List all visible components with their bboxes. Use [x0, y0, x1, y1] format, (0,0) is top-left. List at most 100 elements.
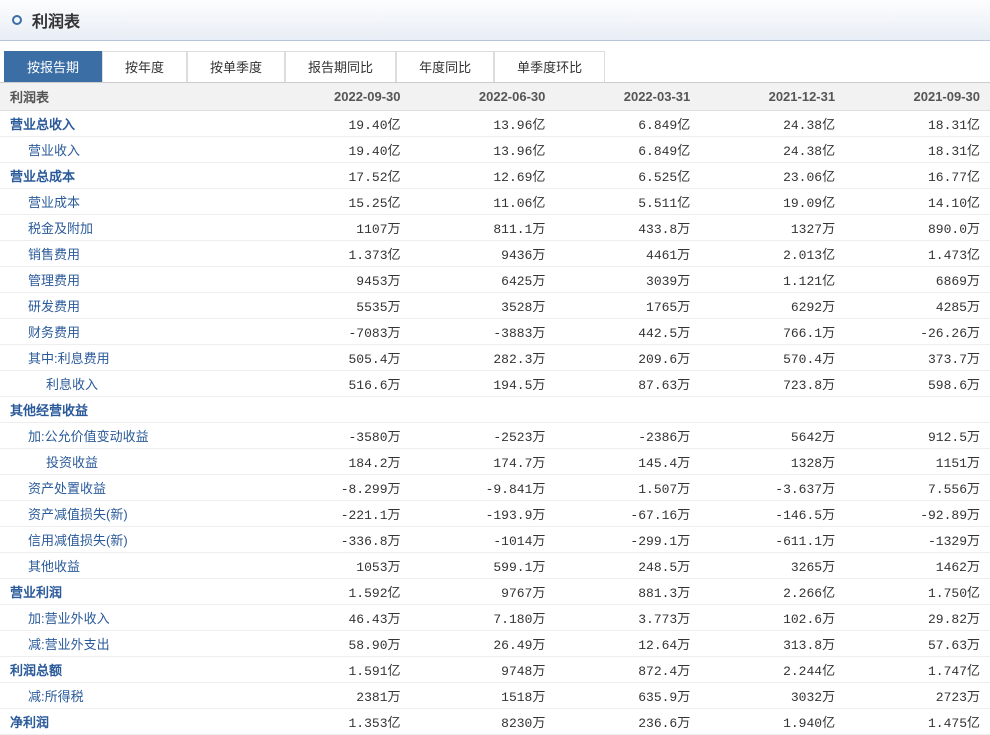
cell-value: 1.473亿 [845, 241, 990, 267]
cell-value: 18.31亿 [845, 137, 990, 163]
cell-value: 505.4万 [266, 345, 411, 371]
cell-value: 313.8万 [700, 631, 845, 657]
table-body: 营业总收入19.40亿13.96亿6.849亿24.38亿18.31亿营业收入1… [0, 111, 990, 735]
tab-2[interactable]: 按单季度 [187, 51, 285, 82]
tab-4[interactable]: 年度同比 [396, 51, 494, 82]
row-label: 营业总成本 [0, 163, 266, 189]
cell-value: 102.6万 [700, 605, 845, 631]
cell-value: 766.1万 [700, 319, 845, 345]
cell-value: 9748万 [411, 657, 556, 683]
cell-value: 1.591亿 [266, 657, 411, 683]
table-row: 加:公允价值变动收益-3580万-2523万-2386万5642万912.5万 [0, 423, 990, 449]
table-header-row: 利润表2022-09-302022-06-302022-03-312021-12… [0, 83, 990, 111]
cell-value: -146.5万 [700, 501, 845, 527]
cell-value: 1107万 [266, 215, 411, 241]
cell-value: 3032万 [700, 683, 845, 709]
cell-value: 599.1万 [411, 553, 556, 579]
row-label: 销售费用 [0, 241, 266, 267]
cell-value: 1518万 [411, 683, 556, 709]
tab-bar: 按报告期按年度按单季度报告期同比年度同比单季度环比 [0, 51, 990, 83]
cell-value: 12.69亿 [411, 163, 556, 189]
col-period: 2021-09-30 [845, 83, 990, 111]
cell-value: 9453万 [266, 267, 411, 293]
cell-value: 145.4万 [555, 449, 700, 475]
row-label: 投资收益 [0, 449, 266, 475]
cell-value: 5642万 [700, 423, 845, 449]
cell-value: 13.96亿 [411, 111, 556, 137]
table-row: 销售费用1.373亿9436万4461万2.013亿1.473亿 [0, 241, 990, 267]
cell-value: -193.9万 [411, 501, 556, 527]
cell-value: -299.1万 [555, 527, 700, 553]
col-period: 2022-03-31 [555, 83, 700, 111]
table-row: 资产处置收益-8.299万-9.841万1.507万-3.637万7.556万 [0, 475, 990, 501]
cell-value: 373.7万 [845, 345, 990, 371]
cell-value: 19.40亿 [266, 111, 411, 137]
row-label: 税金及附加 [0, 215, 266, 241]
cell-value: 4461万 [555, 241, 700, 267]
cell-value: 8230万 [411, 709, 556, 735]
col-label: 利润表 [0, 83, 266, 111]
cell-value: 1151万 [845, 449, 990, 475]
cell-value: 1.750亿 [845, 579, 990, 605]
row-label: 营业总收入 [0, 111, 266, 137]
cell-value: 24.38亿 [700, 137, 845, 163]
cell-value: 282.3万 [411, 345, 556, 371]
cell-value: -2523万 [411, 423, 556, 449]
cell-value: 433.8万 [555, 215, 700, 241]
cell-value: 6.849亿 [555, 111, 700, 137]
cell-value: 9436万 [411, 241, 556, 267]
cell-value: 2723万 [845, 683, 990, 709]
cell-value: -26.26万 [845, 319, 990, 345]
cell-value: 635.9万 [555, 683, 700, 709]
cell-value: 17.52亿 [266, 163, 411, 189]
table-row: 净利润1.353亿8230万236.6万1.940亿1.475亿 [0, 709, 990, 735]
cell-value: 9767万 [411, 579, 556, 605]
cell-value: 598.6万 [845, 371, 990, 397]
cell-value: -336.8万 [266, 527, 411, 553]
cell-value: 881.3万 [555, 579, 700, 605]
table-row: 管理费用9453万6425万3039万1.121亿6869万 [0, 267, 990, 293]
table-row: 营业总收入19.40亿13.96亿6.849亿24.38亿18.31亿 [0, 111, 990, 137]
tab-5[interactable]: 单季度环比 [494, 51, 605, 82]
cell-value: 3265万 [700, 553, 845, 579]
row-label: 信用减值损失(新) [0, 527, 266, 553]
cell-value: 1.373亿 [266, 241, 411, 267]
table-row: 投资收益184.2万174.7万145.4万1328万1151万 [0, 449, 990, 475]
cell-value: 4285万 [845, 293, 990, 319]
cell-value: 26.49万 [411, 631, 556, 657]
cell-value: 912.5万 [845, 423, 990, 449]
cell-value: 1.940亿 [700, 709, 845, 735]
cell-value: 1.353亿 [266, 709, 411, 735]
cell-value: 12.64万 [555, 631, 700, 657]
cell-value [411, 397, 556, 423]
cell-value: 1765万 [555, 293, 700, 319]
tab-1[interactable]: 按年度 [102, 51, 187, 82]
cell-value: 6.525亿 [555, 163, 700, 189]
cell-value: -8.299万 [266, 475, 411, 501]
table-row: 利息收入516.6万194.5万87.63万723.8万598.6万 [0, 371, 990, 397]
cell-value: 3039万 [555, 267, 700, 293]
cell-value: 87.63万 [555, 371, 700, 397]
cell-value: -1329万 [845, 527, 990, 553]
cell-value: 3528万 [411, 293, 556, 319]
cell-value: 174.7万 [411, 449, 556, 475]
cell-value: 2.013亿 [700, 241, 845, 267]
table-row: 营业利润1.592亿9767万881.3万2.266亿1.750亿 [0, 579, 990, 605]
cell-value: 23.06亿 [700, 163, 845, 189]
cell-value [700, 397, 845, 423]
cell-value: -67.16万 [555, 501, 700, 527]
tab-0[interactable]: 按报告期 [4, 51, 102, 82]
row-label: 营业成本 [0, 189, 266, 215]
cell-value: 1327万 [700, 215, 845, 241]
cell-value: 516.6万 [266, 371, 411, 397]
row-label: 减:所得税 [0, 683, 266, 709]
tab-3[interactable]: 报告期同比 [285, 51, 396, 82]
table-row: 资产减值损失(新)-221.1万-193.9万-67.16万-146.5万-92… [0, 501, 990, 527]
table-row: 研发费用5535万3528万1765万6292万4285万 [0, 293, 990, 319]
row-label: 利润总额 [0, 657, 266, 683]
row-label: 利息收入 [0, 371, 266, 397]
cell-value: 29.82万 [845, 605, 990, 631]
row-label: 财务费用 [0, 319, 266, 345]
cell-value: 24.38亿 [700, 111, 845, 137]
cell-value: 19.09亿 [700, 189, 845, 215]
